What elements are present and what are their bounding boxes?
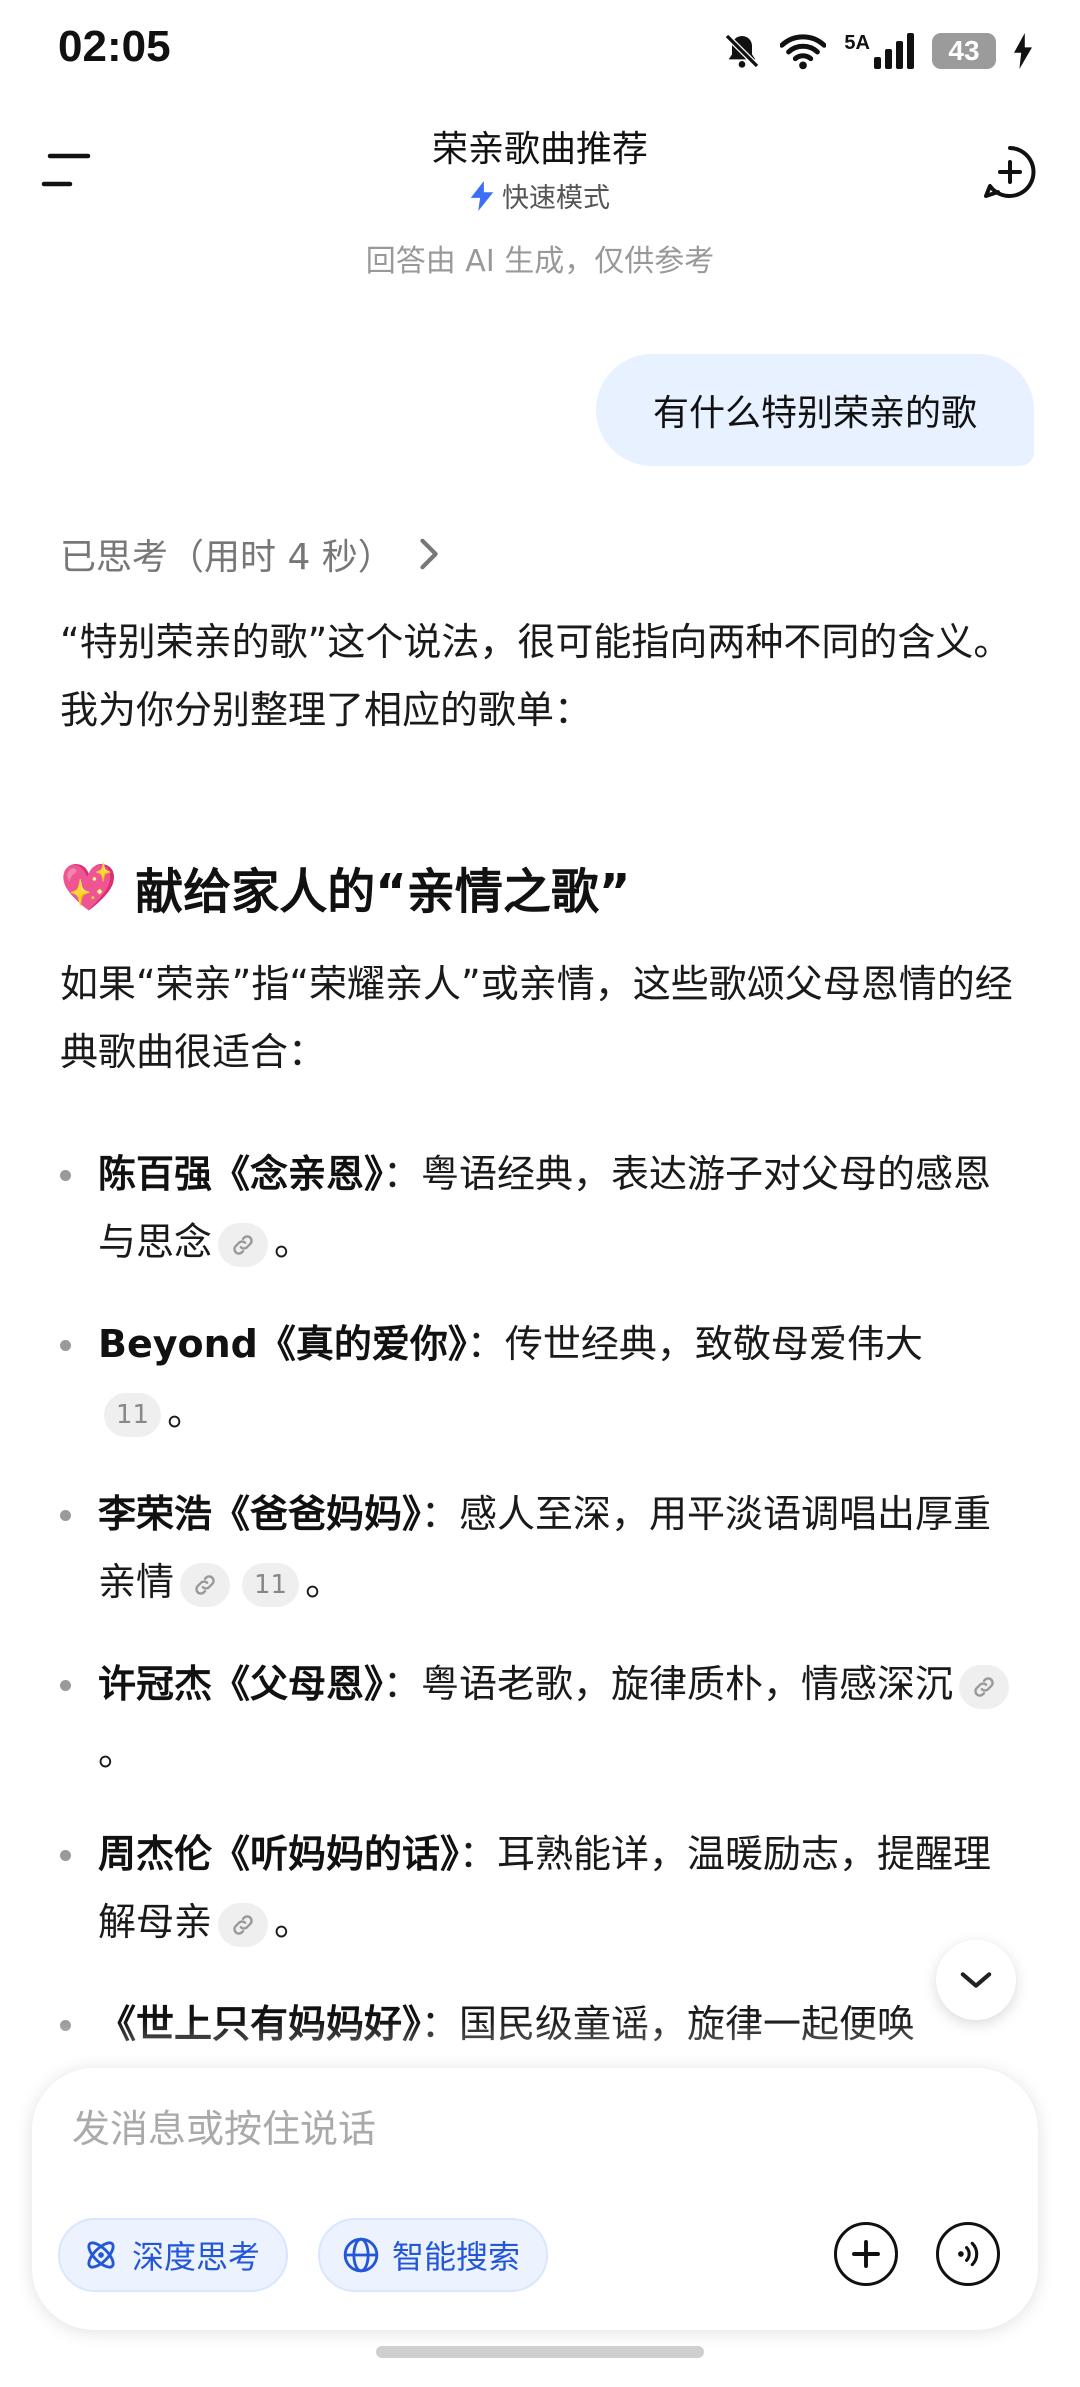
bell-muted-icon bbox=[725, 33, 760, 69]
link-icon[interactable] bbox=[180, 1562, 231, 1607]
song-description: 粤语老歌，旋律质朴，情感深沉 bbox=[421, 1662, 954, 1706]
song-title: 陈百强《念亲恩》 bbox=[98, 1152, 384, 1196]
list-item: 许冠杰《父母恩》：粤语老歌，旋律质朴，情感深沉。 bbox=[60, 1650, 1020, 1786]
status-icons: 5A 43 bbox=[722, 26, 1032, 76]
ai-disclaimer: 回答由 AI 生成，仅供参考 bbox=[365, 244, 715, 279]
link-icon[interactable] bbox=[218, 1222, 269, 1267]
song-separator: ： bbox=[383, 1662, 422, 1706]
list-item: 李荣浩《爸爸妈妈》：感人至深，用平淡语调唱出厚重亲情 11。 bbox=[60, 1480, 1020, 1616]
message-input[interactable]: 发消息或按住说话 bbox=[72, 2098, 376, 2153]
chevron-down-icon bbox=[960, 1972, 992, 1988]
bullet bbox=[60, 1510, 71, 1521]
song-title: Beyond《真的爱你》 bbox=[98, 1322, 467, 1366]
home-indicator[interactable] bbox=[376, 2346, 704, 2358]
thought-toggle[interactable]: 已思考（用时 4 秒） bbox=[60, 528, 442, 580]
voice-call-button[interactable] bbox=[936, 2222, 1000, 2286]
section-title: 献给家人的“亲情之歌” bbox=[135, 864, 631, 920]
list-item: 陈百强《念亲恩》：粤语经典，表达游子对父母的感恩与思念。 bbox=[60, 1140, 1020, 1276]
battery-icon: 43 bbox=[932, 33, 996, 69]
bullet bbox=[60, 1680, 71, 1691]
smart-search-label: 智能搜索 bbox=[392, 2238, 521, 2276]
section-intro: 如果“荣亲”指“荣耀亲人”或亲情，这些歌颂父母恩情的经典歌曲很适合： bbox=[60, 962, 1013, 1074]
song-title: 李荣浩《爸爸妈妈》 bbox=[98, 1492, 422, 1536]
deep-think-button[interactable]: 深度思考 bbox=[58, 2218, 289, 2292]
mode-label: 快速模式 bbox=[502, 183, 610, 214]
user-message-bubble[interactable]: 有什么特别荣亲的歌 bbox=[596, 354, 1034, 466]
song-separator: ： bbox=[459, 1832, 498, 1876]
song-title: 许冠杰《父母恩》 bbox=[98, 1662, 384, 1706]
plus-icon bbox=[852, 2240, 880, 2268]
add-attachment-button[interactable] bbox=[834, 2222, 898, 2286]
link-icon[interactable] bbox=[959, 1664, 1010, 1709]
sparkling-heart-icon: 💖 bbox=[60, 859, 118, 914]
song-end: 。 bbox=[98, 1730, 137, 1774]
status-time: 02:05 bbox=[58, 22, 171, 71]
source-count-badge[interactable]: 11 bbox=[104, 1392, 162, 1437]
battery-level: 43 bbox=[948, 35, 980, 66]
song-end: 。 bbox=[274, 1220, 313, 1264]
globe-icon bbox=[343, 2237, 379, 2273]
lightning-icon bbox=[470, 180, 494, 211]
song-separator: ： bbox=[383, 1152, 422, 1196]
bullet bbox=[60, 1850, 71, 1861]
song-end: 。 bbox=[274, 1900, 313, 1944]
list-item: 周杰伦《听妈妈的话》：耳熟能详，温暖励志，提醒理解母亲。 bbox=[60, 1820, 1020, 1956]
voice-call-icon bbox=[958, 2241, 979, 2267]
chat-title[interactable]: 荣亲歌曲推荐 bbox=[0, 120, 1080, 172]
link-icon[interactable] bbox=[218, 1902, 269, 1947]
smart-search-button[interactable]: 智能搜索 bbox=[318, 2218, 549, 2292]
song-separator: ： bbox=[421, 1492, 460, 1536]
song-description: 传世经典，致敬母爱伟大 bbox=[504, 1322, 923, 1366]
message-composer: 发消息或按住说话 深度思考 智能搜索 bbox=[32, 2068, 1038, 2330]
atom-icon bbox=[87, 2241, 115, 2269]
song-end: 。 bbox=[305, 1560, 344, 1604]
wifi-icon bbox=[780, 34, 827, 70]
answer-intro: “特别荣亲的歌”这个说法，很可能指向两种不同的含义。我为你分别整理了相应的歌单： bbox=[60, 620, 1012, 732]
bullet bbox=[60, 1340, 71, 1351]
network-label: 5A bbox=[844, 32, 870, 54]
bullet bbox=[60, 1170, 71, 1181]
song-end: 。 bbox=[167, 1390, 206, 1434]
scroll-to-bottom-button[interactable] bbox=[936, 1940, 1016, 2020]
new-chat-icon[interactable] bbox=[980, 142, 1040, 202]
source-count-badge[interactable]: 11 bbox=[242, 1562, 300, 1607]
signal-group: 5A bbox=[844, 33, 914, 69]
deep-think-label: 深度思考 bbox=[132, 2238, 261, 2276]
list-item: Beyond《真的爱你》：传世经典，致敬母爱伟大 11。 bbox=[60, 1310, 1020, 1446]
user-message-text: 有什么特别荣亲的歌 bbox=[652, 393, 977, 434]
section-heading: 💖 献给家人的“亲情之歌” bbox=[60, 852, 630, 922]
signal-icon bbox=[874, 33, 914, 69]
thought-label: 已思考（用时 4 秒） bbox=[60, 537, 394, 578]
song-title: 周杰伦《听妈妈的话》 bbox=[98, 1832, 460, 1876]
mode-selector[interactable]: 快速模式 bbox=[0, 176, 1080, 215]
chevron-right-icon bbox=[420, 538, 438, 570]
song-list: 陈百强《念亲恩》：粤语经典，表达游子对父母的感恩与思念。 Beyond《真的爱你… bbox=[60, 1140, 1020, 2092]
song-separator: ： bbox=[466, 1322, 505, 1366]
charging-icon bbox=[1014, 33, 1032, 69]
